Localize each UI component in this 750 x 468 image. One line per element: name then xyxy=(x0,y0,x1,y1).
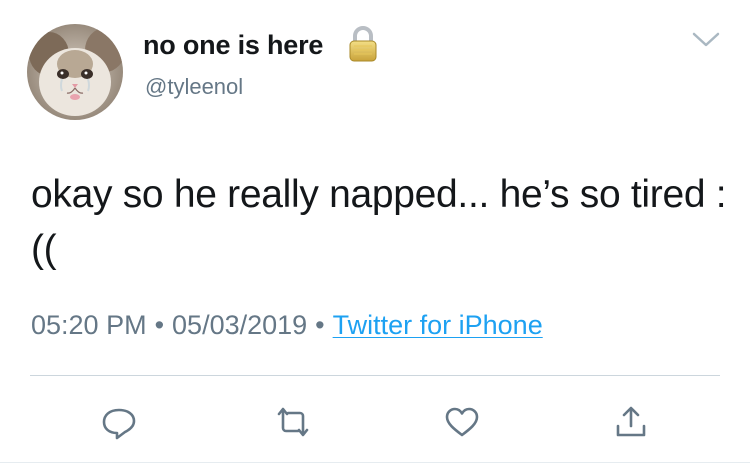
reply-icon xyxy=(102,408,136,440)
tweet-date: 05/03/2019 xyxy=(172,310,308,340)
reply-button[interactable] xyxy=(97,402,141,442)
share-button[interactable] xyxy=(609,402,653,442)
divider xyxy=(30,375,720,376)
retweet-button[interactable] xyxy=(271,402,315,442)
user-handle[interactable]: @tyleenol xyxy=(145,73,243,101)
tweet-meta: 05:20 PM • 05/03/2019 • Twitter for iPhone xyxy=(31,307,543,343)
share-icon xyxy=(616,406,646,437)
bottom-border xyxy=(0,462,750,463)
avatar[interactable] xyxy=(27,24,123,120)
display-name[interactable]: no one is here xyxy=(143,28,323,62)
tweet-time: 05:20 PM xyxy=(31,310,147,340)
heart-icon xyxy=(445,407,479,437)
meta-separator: • xyxy=(154,310,165,340)
retweet-icon xyxy=(277,407,309,437)
chevron-down-icon[interactable] xyxy=(690,27,722,51)
crying-cat-avatar-image xyxy=(27,24,123,120)
tweet-text: okay so he really napped... he’s so tire… xyxy=(31,173,727,271)
meta-separator: • xyxy=(315,310,325,340)
lock-icon xyxy=(346,24,380,64)
tweet-source-link[interactable]: Twitter for iPhone xyxy=(333,310,543,340)
like-button[interactable] xyxy=(440,402,484,442)
